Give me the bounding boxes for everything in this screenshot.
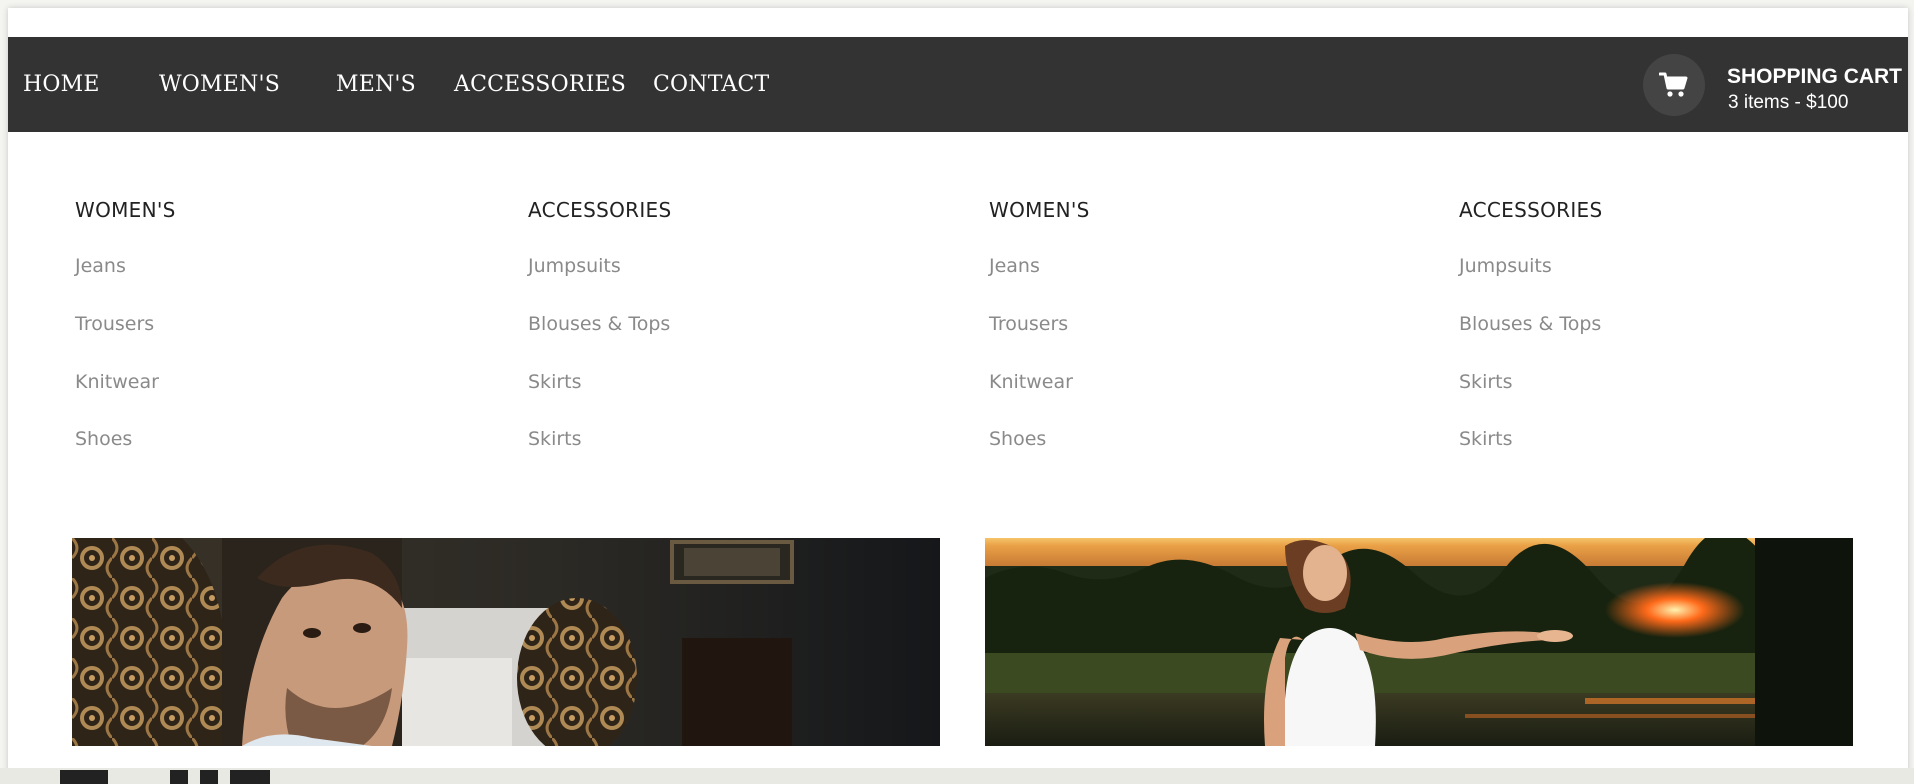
menu-link-skirts[interactable]: Skirts xyxy=(528,428,582,450)
menu-link-skirts[interactable]: Skirts xyxy=(1459,371,1513,393)
bottom-logo-fragment xyxy=(60,770,108,784)
nav-contact[interactable]: CONTACT xyxy=(653,37,769,132)
menu-link-trousers[interactable]: Trousers xyxy=(989,313,1068,335)
page: HOME WOMEN'S MEN'S ACCESSORIES CONTACT S… xyxy=(8,8,1908,784)
nav-mens[interactable]: MEN'S xyxy=(336,37,416,132)
cart-icon xyxy=(1659,72,1688,97)
bottom-logo-fragment xyxy=(230,770,270,784)
menu-column-title: WOMEN'S xyxy=(75,198,176,222)
nav-home[interactable]: HOME xyxy=(23,37,100,132)
menu-link-jumpsuits[interactable]: Jumpsuits xyxy=(1459,255,1552,277)
menu-column-title: ACCESSORIES xyxy=(1459,198,1603,222)
bottom-logo-fragment xyxy=(200,770,218,784)
women-banner-illustration xyxy=(985,538,1853,746)
menu-link-knitwear[interactable]: Knitwear xyxy=(75,371,159,393)
menu-link-shoes[interactable]: Shoes xyxy=(989,428,1046,450)
main-navbar: HOME WOMEN'S MEN'S ACCESSORIES CONTACT S… xyxy=(8,37,1908,132)
women-banner-image[interactable] xyxy=(985,538,1853,746)
cart-icon-wrapper[interactable] xyxy=(1643,54,1705,116)
mega-menu-dropdown: WOMEN'S Jeans Trousers Knitwear Shoes AC… xyxy=(8,132,1908,784)
menu-link-skirts[interactable]: Skirts xyxy=(528,371,582,393)
menu-link-shoes[interactable]: Shoes xyxy=(75,428,132,450)
nav-accessories[interactable]: ACCESSORIES xyxy=(454,37,626,132)
menu-link-trousers[interactable]: Trousers xyxy=(75,313,154,335)
menu-link-jumpsuits[interactable]: Jumpsuits xyxy=(528,255,621,277)
menu-link-knitwear[interactable]: Knitwear xyxy=(989,371,1073,393)
page-bottom-strip xyxy=(0,768,1914,784)
men-banner-image[interactable] xyxy=(72,538,940,746)
menu-column-title: WOMEN'S xyxy=(989,198,1090,222)
cart-summary: 3 items - $100 xyxy=(1728,92,1849,113)
cart-title[interactable]: SHOPPING CART xyxy=(1727,65,1902,89)
men-banner-illustration xyxy=(72,538,940,746)
menu-link-blouses-tops[interactable]: Blouses & Tops xyxy=(528,313,670,335)
bottom-logo-fragment xyxy=(170,770,188,784)
menu-link-skirts[interactable]: Skirts xyxy=(1459,428,1513,450)
menu-link-jeans[interactable]: Jeans xyxy=(989,255,1040,277)
menu-link-jeans[interactable]: Jeans xyxy=(75,255,126,277)
menu-column-title: ACCESSORIES xyxy=(528,198,672,222)
menu-link-blouses-tops[interactable]: Blouses & Tops xyxy=(1459,313,1601,335)
nav-womens[interactable]: WOMEN'S xyxy=(159,37,280,132)
